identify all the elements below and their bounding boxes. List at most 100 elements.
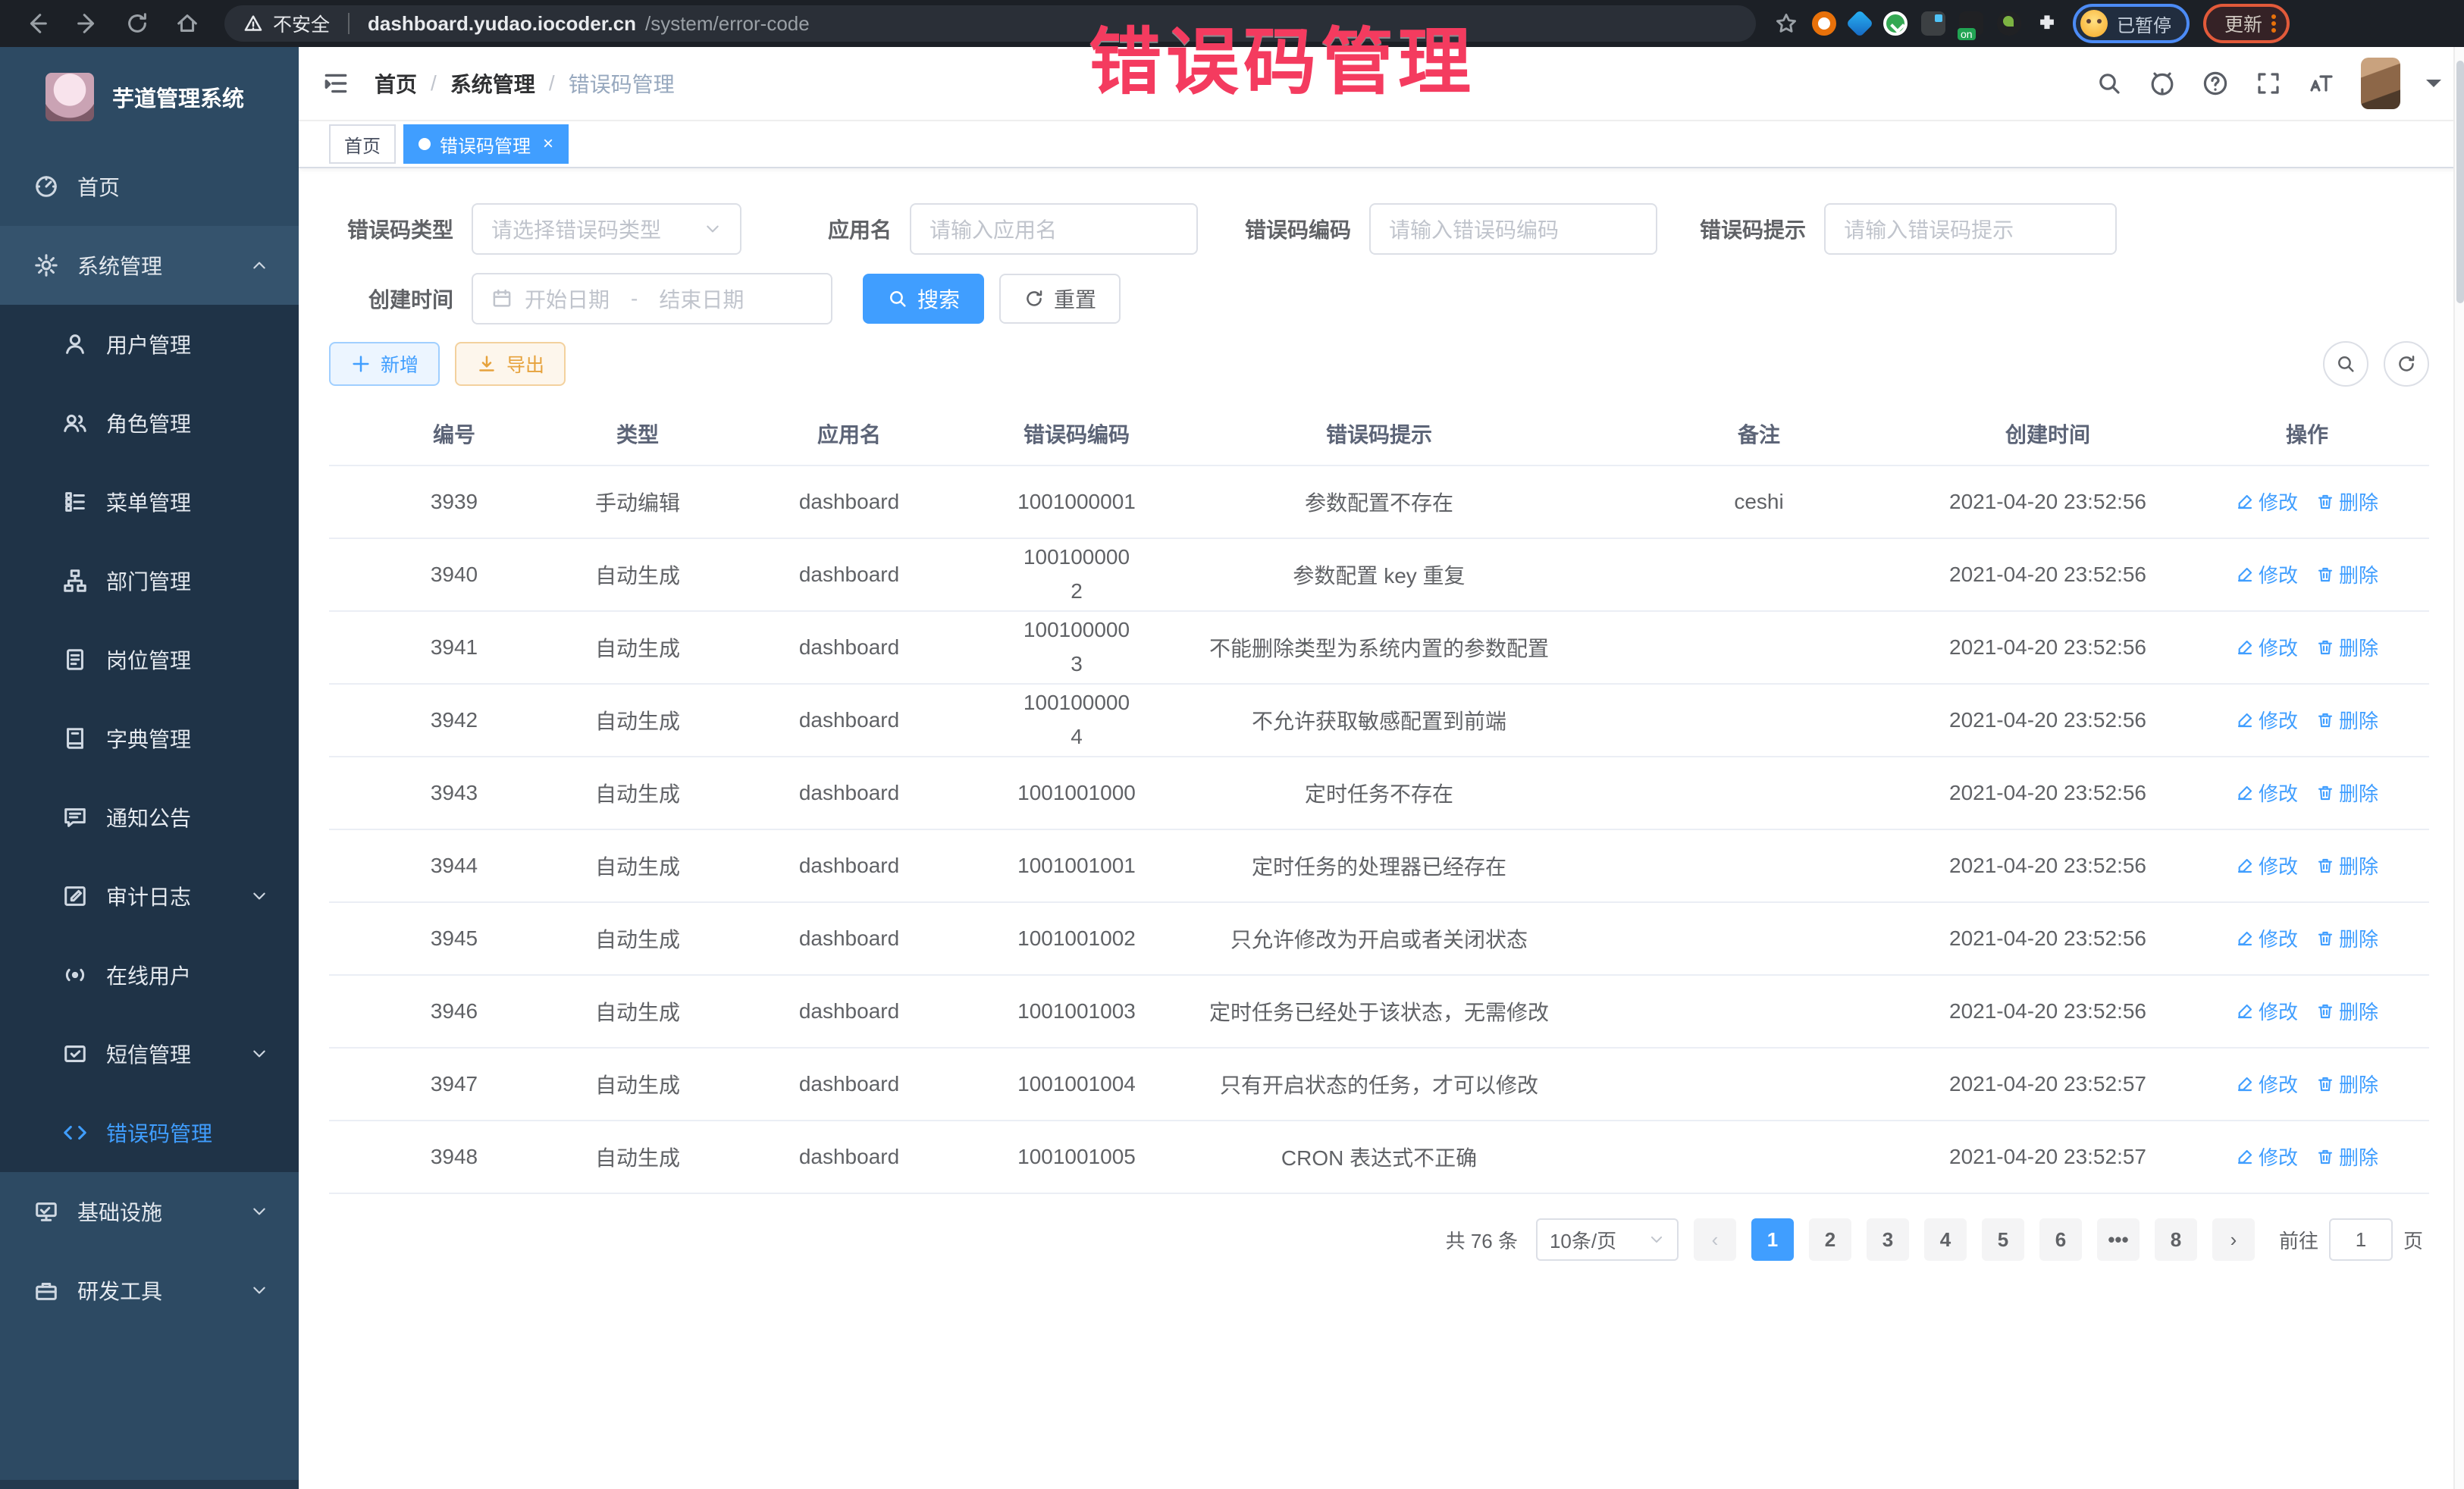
- tab-home[interactable]: 首页: [329, 124, 396, 164]
- browser-forward-icon[interactable]: [74, 11, 100, 36]
- delete-link[interactable]: 删除: [2316, 633, 2378, 661]
- delete-link[interactable]: 删除: [2316, 706, 2378, 734]
- extension-icon[interactable]: [1959, 11, 1983, 36]
- sidebar-logo[interactable]: 芋道管理系统: [0, 47, 299, 147]
- tree-icon: [62, 568, 88, 594]
- delete-link[interactable]: 删除: [2316, 924, 2378, 952]
- page-unit-label: 页: [2403, 1226, 2423, 1254]
- sidebar-item-dashboard[interactable]: 首页: [0, 147, 299, 226]
- browser-profile-badge[interactable]: 已暂停: [2073, 4, 2190, 43]
- font-size-icon[interactable]: [2308, 70, 2335, 97]
- edit-link[interactable]: 修改: [2236, 706, 2298, 734]
- extension-icon[interactable]: [1883, 11, 1908, 36]
- sidebar-item-dict[interactable]: 字典管理: [0, 699, 299, 778]
- url-host: dashboard.yudao.iocoder.cn: [368, 12, 636, 36]
- cell-msg: 参数配置 key 重复: [1151, 538, 1607, 611]
- page-scrollbar[interactable]: [2453, 0, 2464, 1489]
- sidebar-item-code[interactable]: 错误码管理: [0, 1093, 299, 1172]
- cell-memo: [1607, 757, 1911, 829]
- page-size-select[interactable]: 10条/页: [1536, 1218, 1679, 1261]
- refresh-table-button[interactable]: [2384, 341, 2429, 387]
- delete-link[interactable]: 删除: [2316, 560, 2378, 588]
- page-button[interactable]: 8: [2155, 1218, 2197, 1261]
- sidebar-item-notice[interactable]: 通知公告: [0, 778, 299, 857]
- delete-link[interactable]: 删除: [2316, 1070, 2378, 1098]
- edit-link[interactable]: 修改: [2236, 997, 2298, 1025]
- page-button[interactable]: 1: [1751, 1218, 1794, 1261]
- collapse-menu-icon[interactable]: [321, 69, 350, 98]
- next-page-button[interactable]: ›: [2212, 1218, 2255, 1261]
- page-button[interactable]: 6: [2039, 1218, 2082, 1261]
- edit-link[interactable]: 修改: [2236, 779, 2298, 807]
- goto-page-input[interactable]: 1: [2329, 1218, 2393, 1261]
- error-type-select[interactable]: 请选择错误码类型: [472, 203, 741, 255]
- cell-msg: 定时任务已经处于该状态，无需修改: [1151, 975, 1607, 1048]
- extension-icon[interactable]: [1812, 11, 1836, 36]
- trash-icon: [2316, 566, 2334, 584]
- search-button[interactable]: 搜索: [863, 274, 984, 324]
- github-icon[interactable]: [2149, 70, 2176, 97]
- docs-help-icon[interactable]: [2202, 70, 2229, 97]
- browser-update-button[interactable]: 更新: [2203, 4, 2290, 43]
- sidebar-item-label: 首页: [77, 171, 120, 202]
- edit-link[interactable]: 修改: [2236, 851, 2298, 879]
- edit-link[interactable]: 修改: [2236, 633, 2298, 661]
- browser-menu-icon[interactable]: [2271, 11, 2277, 36]
- edit-link[interactable]: 修改: [2236, 1143, 2298, 1171]
- cell-time: 2021-04-20 23:52:56: [1911, 466, 2185, 538]
- sidebar-item-audit[interactable]: 审计日志: [0, 857, 299, 936]
- extension-icon[interactable]: [1921, 11, 1945, 36]
- sidebar-item-user[interactable]: 用户管理: [0, 305, 299, 384]
- edit-link[interactable]: 修改: [2236, 924, 2298, 952]
- browser-home-icon[interactable]: [174, 11, 200, 36]
- tab-close-icon[interactable]: ×: [543, 135, 553, 153]
- user-menu-caret-icon[interactable]: [2426, 80, 2441, 95]
- address-bar[interactable]: 不安全 dashboard.yudao.iocoder.cn/system/er…: [224, 5, 1756, 42]
- delete-link[interactable]: 删除: [2316, 851, 2378, 879]
- extension-icon[interactable]: [1997, 11, 2021, 36]
- delete-link[interactable]: 删除: [2316, 779, 2378, 807]
- fullscreen-icon[interactable]: [2255, 70, 2282, 97]
- page-button[interactable]: 2: [1809, 1218, 1851, 1261]
- delete-link[interactable]: 删除: [2316, 487, 2378, 516]
- page-button[interactable]: 4: [1924, 1218, 1967, 1261]
- breadcrumb-home[interactable]: 首页: [375, 68, 417, 99]
- browser-back-icon[interactable]: [24, 11, 50, 36]
- cell-msg: 定时任务不存在: [1151, 757, 1607, 829]
- bookmark-star-icon[interactable]: [1774, 11, 1798, 36]
- error-code-input[interactable]: 请输入错误码编码: [1369, 203, 1657, 255]
- header-search-icon[interactable]: [2096, 70, 2123, 97]
- prev-page-button[interactable]: ‹: [1694, 1218, 1736, 1261]
- delete-link[interactable]: 删除: [2316, 997, 2378, 1025]
- sidebar-item-gear[interactable]: 系统管理: [0, 226, 299, 305]
- sidebar-item-tree[interactable]: 部门管理: [0, 541, 299, 620]
- edit-link[interactable]: 修改: [2236, 560, 2298, 588]
- sidebar-item-users[interactable]: 角色管理: [0, 384, 299, 462]
- sidebar-item-tools[interactable]: 研发工具: [0, 1251, 299, 1330]
- sidebar-item-online[interactable]: 在线用户: [0, 936, 299, 1014]
- extensions-puzzle-icon[interactable]: [2035, 11, 2059, 36]
- cell-id: 3941: [329, 611, 579, 684]
- add-button[interactable]: 新增: [329, 342, 440, 386]
- sidebar-item-post[interactable]: 岗位管理: [0, 620, 299, 699]
- browser-reload-icon[interactable]: [124, 11, 150, 36]
- reset-button[interactable]: 重置: [999, 274, 1121, 324]
- sidebar-item-menu[interactable]: 菜单管理: [0, 462, 299, 541]
- toggle-search-button[interactable]: [2323, 341, 2368, 387]
- page-button[interactable]: 5: [1982, 1218, 2024, 1261]
- create-time-range-picker[interactable]: 开始日期 - 结束日期: [472, 273, 832, 324]
- app-name-input[interactable]: 请输入应用名: [910, 203, 1198, 255]
- sidebar-item-infra[interactable]: 基础设施: [0, 1172, 299, 1251]
- breadcrumb-section[interactable]: 系统管理: [450, 68, 535, 99]
- user-avatar[interactable]: [2361, 58, 2400, 109]
- delete-link[interactable]: 删除: [2316, 1143, 2378, 1171]
- page-button[interactable]: 3: [1867, 1218, 1909, 1261]
- extension-icon[interactable]: [1846, 10, 1874, 38]
- more-pages-button[interactable]: •••: [2097, 1218, 2140, 1261]
- error-msg-input[interactable]: 请输入错误码提示: [1824, 203, 2117, 255]
- edit-link[interactable]: 修改: [2236, 1070, 2298, 1098]
- tab-error-code[interactable]: 错误码管理 ×: [403, 124, 569, 164]
- sidebar-item-sms[interactable]: 短信管理: [0, 1014, 299, 1093]
- edit-link[interactable]: 修改: [2236, 487, 2298, 516]
- export-button[interactable]: 导出: [455, 342, 566, 386]
